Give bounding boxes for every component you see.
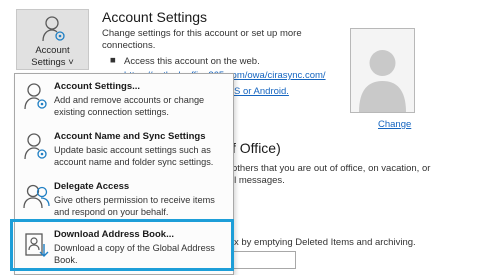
profile-picture [350,28,415,113]
menu-item-account-settings[interactable]: Account Settings... Add and remove accou… [15,76,233,124]
bullet-icon: ■ [110,55,116,66]
account-button-label-1: Account [35,45,70,56]
ooo-title: f Office) [232,140,281,156]
menu-item-title: Account Name and Sync Settings [54,131,206,142]
change-photo-link[interactable]: Change [378,119,411,130]
ooo-desc-1: others that you are out of office, on va… [232,163,431,174]
menu-item-delegate-access[interactable]: Delegate Access Give others permission t… [15,176,233,224]
people-icon [23,182,51,217]
cleanup-desc: x by emptying Deleted Items and archivin… [234,237,416,248]
menu-item-desc: Give others permission to receive items … [54,195,215,217]
section-desc-1: Change settings for this account or set … [102,28,302,39]
person-silhouette-icon [351,29,414,112]
menu-item-account-name-sync[interactable]: Account Name and Sync Settings Update ba… [15,126,233,174]
person-gear-icon [41,15,67,47]
person-gear-icon [23,132,49,167]
menu-item-desc: Add and remove accounts or change existi… [54,95,205,117]
section-title: Account Settings [102,9,208,25]
highlight-box [10,219,234,271]
menu-item-title: Account Settings... [54,81,141,92]
ooo-desc-2: il messages. [232,175,285,186]
mailbox-size-field[interactable] [226,251,296,269]
account-button-label-2: Settings ˅ [31,57,74,68]
account-settings-button[interactable]: Account Settings ˅ [16,9,89,70]
section-desc-2: connections. [102,40,156,51]
mobile-link-tail[interactable]: S or Android. [234,86,289,98]
bullet-text: Access this account on the web. [124,56,260,67]
person-gear-icon [23,82,49,117]
menu-item-desc: Update basic account settings such as ac… [54,145,214,167]
menu-item-title: Delegate Access [54,181,130,192]
